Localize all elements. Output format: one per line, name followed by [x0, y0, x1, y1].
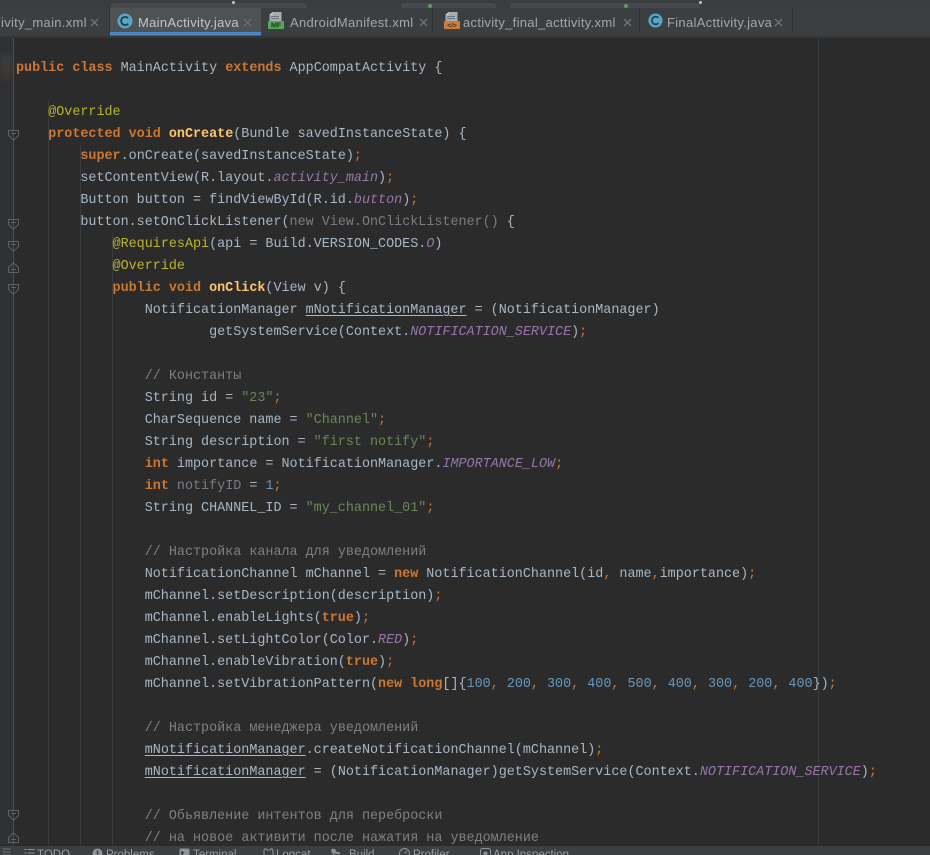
svg-text:</>: </>: [447, 23, 457, 30]
svg-text:MF: MF: [271, 23, 282, 30]
